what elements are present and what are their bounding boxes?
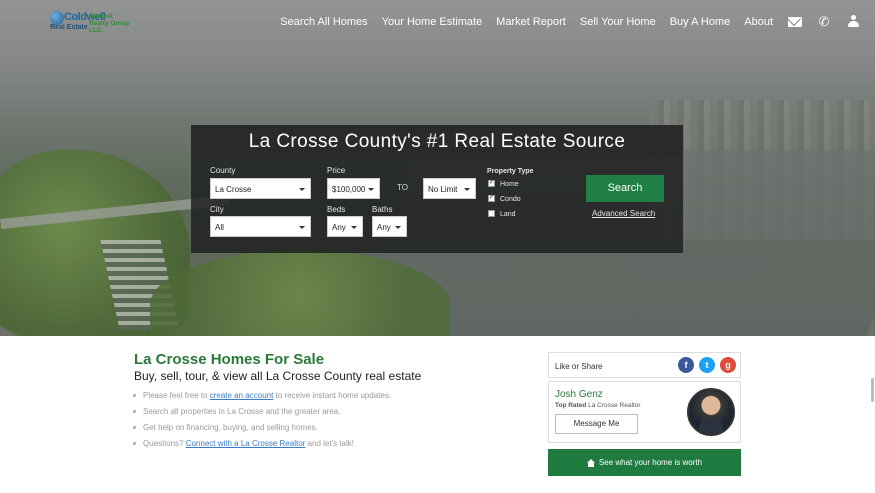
connect-realtor-link[interactable]: Connect with a La Crosse Realtor (186, 439, 306, 448)
chevron-down-icon (368, 188, 374, 191)
envelope-icon[interactable] (788, 15, 802, 30)
list-item: Questions? Connect with a La Crosse Real… (133, 439, 391, 448)
list-item-text: Search all properties in La Crosse and t… (143, 407, 341, 416)
list-item-text: Questions? (143, 439, 186, 448)
beds-select[interactable]: Any (327, 216, 363, 237)
logo-brand-group: Summit Realty Group LLC (89, 13, 130, 34)
nav-about[interactable]: About (744, 16, 773, 28)
globe-icon (50, 11, 64, 25)
beds-label: Beds (327, 205, 346, 214)
property-type-label: Property Type (487, 168, 534, 175)
home-worth-label: See what your home is worth (598, 458, 703, 467)
property-condo-checkbox[interactable]: ✓ (488, 195, 495, 202)
property-land-checkbox[interactable] (488, 210, 495, 217)
baths-select[interactable]: Any (372, 216, 407, 237)
site-logo[interactable]: Coldwell Real Estate Summit Realty Group… (50, 11, 132, 34)
price-label: Price (327, 166, 346, 175)
logo-brand-sub: Real Estate (50, 24, 88, 31)
list-item-text: to receive instant home updates. (273, 391, 392, 400)
share-label: Like or Share (555, 362, 603, 371)
list-item: Search all properties in La Crosse and t… (133, 407, 391, 416)
nav-sell-your-home[interactable]: Sell Your Home (580, 16, 656, 28)
content-title: La Crosse Homes For Sale (134, 351, 325, 368)
facebook-icon[interactable]: f (678, 357, 694, 373)
city-select[interactable]: All (210, 216, 311, 237)
baths-label: Baths (372, 205, 393, 214)
city-select-value: All (215, 223, 224, 232)
google-plus-icon[interactable]: g (720, 357, 736, 373)
site-header: Coldwell Real Estate Summit Realty Group… (0, 0, 875, 46)
share-box: Like or Share f t g (548, 352, 741, 378)
agent-name: Josh Genz (555, 389, 603, 400)
avatar (687, 388, 735, 436)
feature-list: Please feel free to create an account to… (133, 391, 391, 455)
agent-card: Josh Genz Top Rated La Crosse Realtor Me… (548, 381, 741, 443)
beds-select-value: Any (332, 223, 346, 232)
price-to-label: TO (397, 183, 408, 192)
chevron-down-icon (299, 188, 305, 191)
price-max-select[interactable]: No Limit (423, 178, 476, 199)
list-item-text: Get help on financing, buying, and selli… (143, 423, 318, 432)
house-icon (586, 459, 595, 467)
price-max-value: No Limit (428, 185, 458, 194)
property-condo-label: Condo (500, 196, 521, 203)
chevron-down-icon (351, 226, 357, 229)
nav-buy-a-home[interactable]: Buy A Home (670, 16, 731, 28)
property-home-checkbox[interactable]: ✓ (488, 180, 495, 187)
agent-role-text: La Crosse Realtor (586, 402, 641, 409)
chevron-down-icon (464, 188, 470, 191)
county-select[interactable]: La Crosse (210, 178, 311, 199)
message-me-button[interactable]: Message Me (555, 414, 638, 434)
price-min-value: $100,000 (332, 185, 366, 194)
agent-role-highlight: Top Rated (555, 402, 587, 409)
phone-icon[interactable]: ✆ (817, 14, 831, 30)
main-nav: Search All Homes Your Home Estimate Mark… (266, 14, 860, 30)
county-label: County (210, 166, 236, 175)
nav-home-estimate[interactable]: Your Home Estimate (382, 16, 482, 28)
content-subtitle: Buy, sell, tour, & view all La Crosse Co… (134, 369, 422, 383)
user-icon[interactable] (846, 14, 860, 30)
nav-search-all-homes[interactable]: Search All Homes (280, 16, 367, 28)
advanced-search-link[interactable]: Advanced Search (592, 209, 655, 218)
search-button[interactable]: Search (586, 175, 664, 202)
chevron-down-icon (395, 226, 401, 229)
scrollbar[interactable] (871, 378, 874, 402)
search-panel: La Crosse County's #1 Real Estate Source… (191, 125, 683, 253)
property-home-label: Home (500, 181, 519, 188)
home-worth-button[interactable]: See what your home is worth (548, 449, 741, 476)
list-item-text: Please feel free to (143, 391, 210, 400)
agent-role: Top Rated La Crosse Realtor (555, 402, 641, 409)
list-item: Please feel free to create an account to… (133, 391, 392, 400)
property-land-label: Land (500, 211, 516, 218)
list-item-text: and let's talk! (305, 439, 354, 448)
nav-market-report[interactable]: Market Report (496, 16, 566, 28)
price-min-select[interactable]: $100,000 (327, 178, 380, 199)
chevron-down-icon (299, 226, 305, 229)
county-select-value: La Crosse (215, 185, 252, 194)
search-title: La Crosse County's #1 Real Estate Source (248, 131, 626, 152)
create-account-link[interactable]: create an account (210, 391, 274, 400)
twitter-icon[interactable]: t (699, 357, 715, 373)
baths-select-value: Any (377, 223, 391, 232)
city-label: City (210, 205, 224, 214)
list-item: Get help on financing, buying, and selli… (133, 423, 391, 432)
